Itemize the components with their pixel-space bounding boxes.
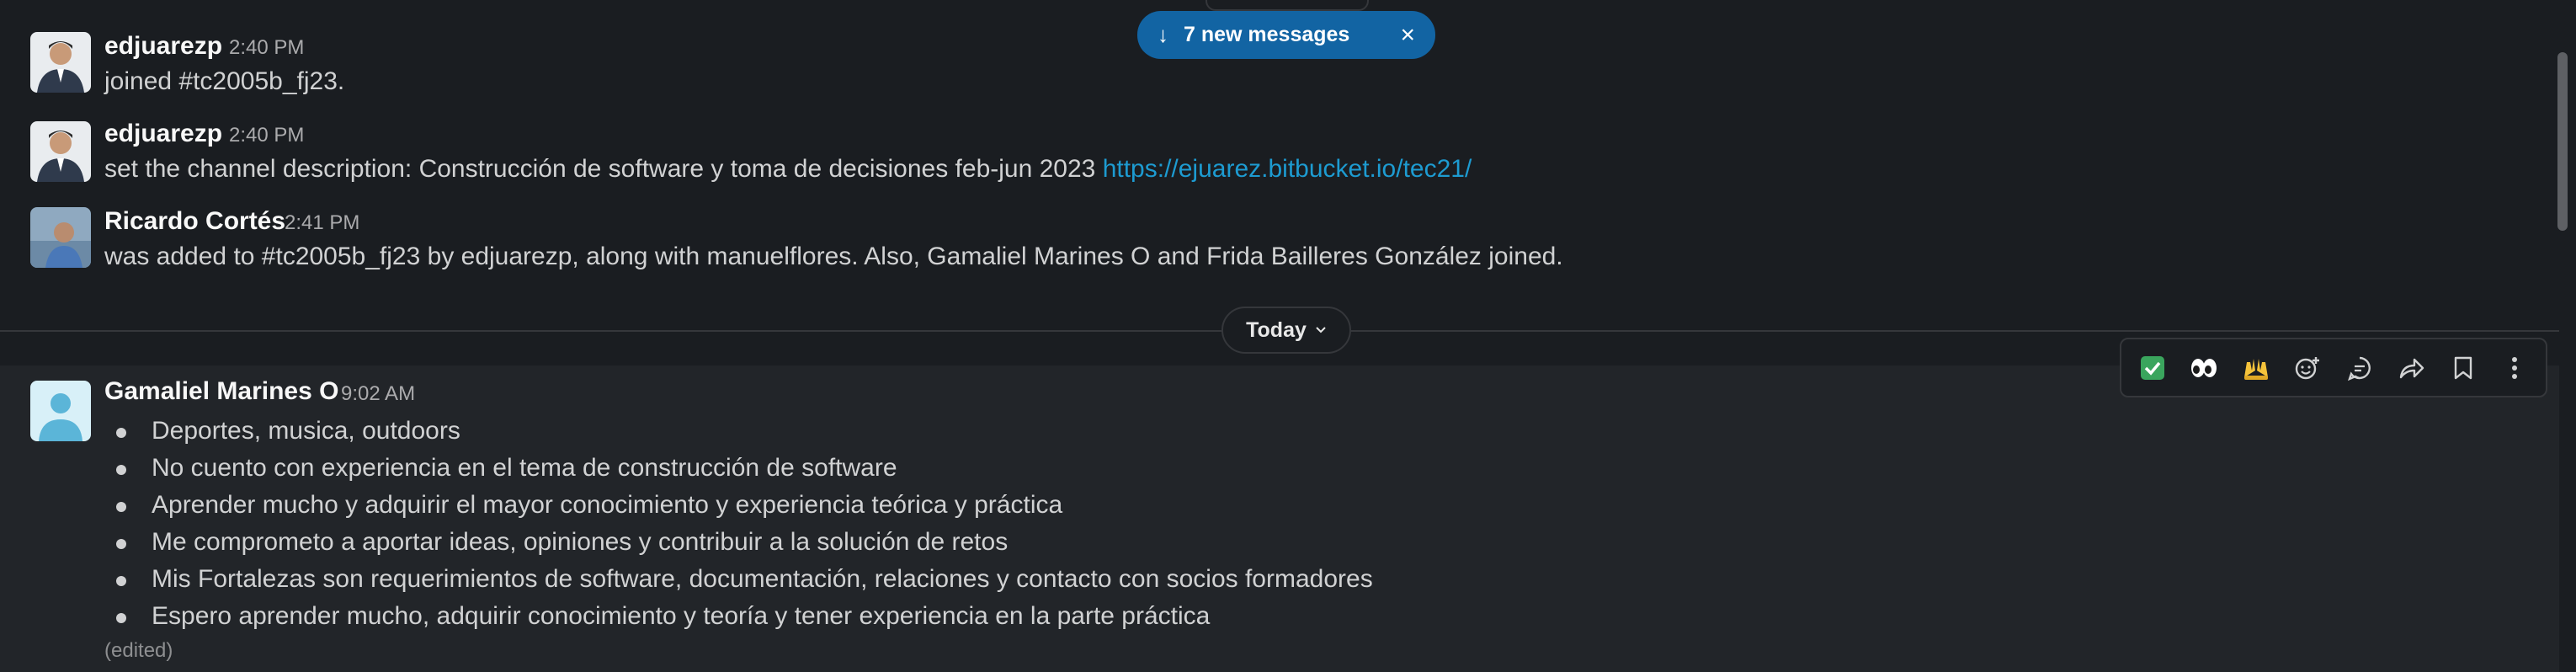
eyes-reaction-button[interactable] xyxy=(2180,344,2227,392)
list-item: Aprender mucho y adquirir el mayor conoc… xyxy=(104,487,1373,524)
arrow-down-icon: ↓ xyxy=(1158,22,1168,47)
forward-message-button[interactable] xyxy=(2387,344,2435,392)
date-divider-button[interactable]: Today xyxy=(1221,307,1351,354)
raised-hands-icon xyxy=(2243,358,2268,380)
message-author[interactable]: Ricardo Cortés xyxy=(104,207,285,236)
forward-icon xyxy=(2400,358,2424,378)
check-mark-reaction-button[interactable] xyxy=(2129,344,2176,392)
add-reaction-icon xyxy=(2296,356,2320,379)
eyes-icon xyxy=(2191,358,2217,377)
message-item[interactable]: Ricardo Cortés 2:41 PM was added to #tc2… xyxy=(0,175,2559,276)
toast-notch xyxy=(1206,0,1369,11)
user-avatar[interactable] xyxy=(30,207,91,268)
bullet-list: Deportes, musica, outdoors No cuento con… xyxy=(104,413,1373,635)
message-timestamp[interactable]: 2:41 PM xyxy=(285,211,359,235)
reply-in-thread-button[interactable] xyxy=(2336,344,2383,392)
add-reaction-button[interactable] xyxy=(2284,344,2331,392)
message-timestamp[interactable]: 2:40 PM xyxy=(229,36,304,60)
message-item[interactable]: edjuarezp 2:40 PM set the channel descri… xyxy=(0,88,2559,183)
default-user-avatar-icon xyxy=(30,381,91,441)
date-divider-label: Today xyxy=(1246,317,1307,342)
message-author[interactable]: Gamaliel Marines O xyxy=(104,377,338,406)
user-avatar[interactable] xyxy=(30,32,91,93)
check-mark-icon xyxy=(2140,355,2164,380)
list-item: Me comprometo a aportar ideas, opiniones… xyxy=(104,524,1373,561)
message-feed: edjuarezp 2:40 PM joined #tc2005b_fj23. … xyxy=(0,0,2576,672)
more-vertical-icon xyxy=(2512,356,2518,379)
new-messages-banner[interactable]: ↓ 7 new messages × xyxy=(1137,11,1435,59)
photo-avatar-icon xyxy=(30,32,91,93)
message-actions-toolbar xyxy=(2120,338,2547,397)
chevron-down-icon xyxy=(1316,327,1326,333)
message-timestamp[interactable]: 2:40 PM xyxy=(229,124,304,147)
user-avatar[interactable] xyxy=(30,121,91,182)
user-avatar[interactable] xyxy=(30,381,91,441)
save-for-later-button[interactable] xyxy=(2440,344,2487,392)
close-icon[interactable]: × xyxy=(1400,21,1415,50)
list-item: Deportes, musica, outdoors xyxy=(104,413,1373,450)
edited-label: (edited) xyxy=(104,639,173,662)
message-text: was added to #tc2005b_fj23 by edjuarezp,… xyxy=(104,243,1563,270)
message-author[interactable]: edjuarezp xyxy=(104,120,222,148)
photo-avatar-icon xyxy=(30,121,91,182)
raised-hands-reaction-button[interactable] xyxy=(2233,344,2280,392)
new-messages-label: 7 new messages xyxy=(1184,23,1350,46)
list-item: Mis Fortalezas son requerimientos de sof… xyxy=(104,561,1373,598)
photo-avatar-icon xyxy=(30,207,91,268)
bookmark-icon xyxy=(2454,356,2472,379)
scrollbar-thumb[interactable] xyxy=(2557,52,2568,231)
list-item: No cuento con experiencia en el tema de … xyxy=(104,450,1373,487)
list-item: Espero aprender mucho, adquirir conocimi… xyxy=(104,598,1373,635)
reply-thread-icon xyxy=(2347,356,2371,381)
message-author[interactable]: edjuarezp xyxy=(104,32,222,61)
message-timestamp[interactable]: 9:02 AM xyxy=(341,382,415,406)
more-actions-button[interactable] xyxy=(2491,344,2538,392)
